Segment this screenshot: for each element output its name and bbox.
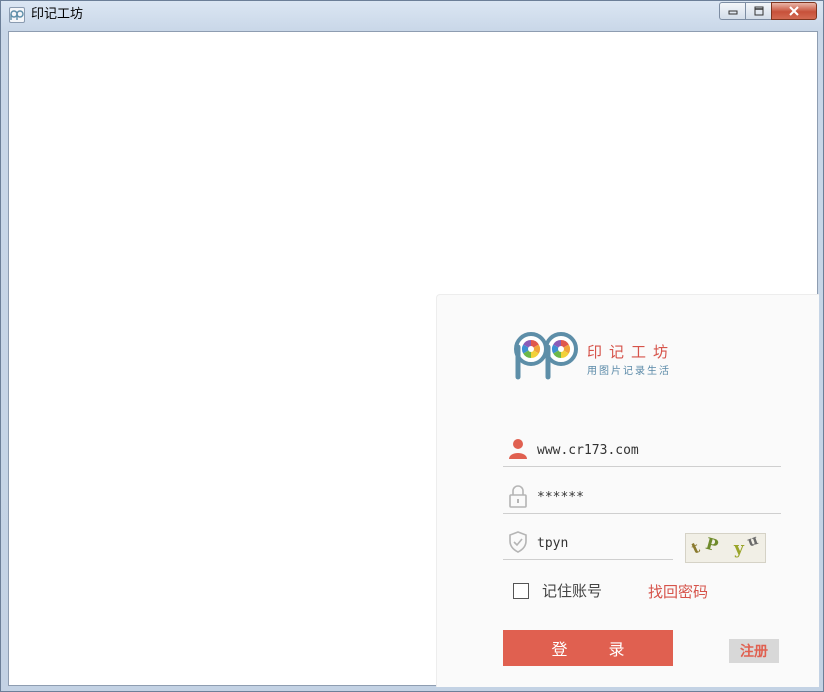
minimize-icon <box>728 10 737 15</box>
brand-name: 印记工坊 <box>587 343 676 361</box>
minimize-button[interactable] <box>719 2 745 20</box>
register-button[interactable]: 注册 <box>729 639 779 663</box>
captcha-char: n <box>745 533 761 552</box>
remember-checkbox[interactable] <box>513 582 529 599</box>
close-button[interactable] <box>771 2 817 20</box>
captcha-input[interactable] <box>537 532 657 554</box>
remember-account[interactable]: 记住账号 <box>513 580 602 601</box>
login-panel: 印记工坊 用图片记录生活 www.cr173.com ****** tpyn t… <box>436 294 819 687</box>
forgot-password-link[interactable]: 找回密码 <box>648 581 708 602</box>
brand-slogan: 用图片记录生活 <box>587 366 671 377</box>
captcha-char: t <box>688 538 703 558</box>
app-icon <box>9 7 25 23</box>
remember-label: 记住账号 <box>542 582 603 600</box>
captcha-image[interactable]: t P y n <box>685 533 766 563</box>
window-controls <box>719 2 817 20</box>
lock-icon <box>509 485 527 508</box>
maximize-button[interactable] <box>745 2 771 20</box>
pp-logo-icon <box>514 332 578 380</box>
password-field <box>503 478 781 514</box>
app-window: 印记工坊 印记工坊 用图片记录生活 www.cr173.com ****** t… <box>0 0 824 692</box>
title-bar[interactable]: 印记工坊 <box>1 1 823 31</box>
maximize-icon <box>754 6 763 16</box>
captcha-char: y <box>734 539 744 559</box>
username-field <box>503 431 781 467</box>
login-button[interactable]: 登 录 <box>503 630 673 666</box>
password-input[interactable] <box>537 486 767 508</box>
user-icon <box>509 439 527 459</box>
captcha-char: P <box>703 533 721 556</box>
captcha-field <box>503 524 673 560</box>
username-input[interactable] <box>537 439 767 461</box>
close-icon <box>789 6 799 16</box>
client-area: 印记工坊 用图片记录生活 www.cr173.com ****** tpyn t… <box>8 31 819 687</box>
window-title: 印记工坊 <box>31 7 84 22</box>
shield-icon <box>509 531 527 553</box>
